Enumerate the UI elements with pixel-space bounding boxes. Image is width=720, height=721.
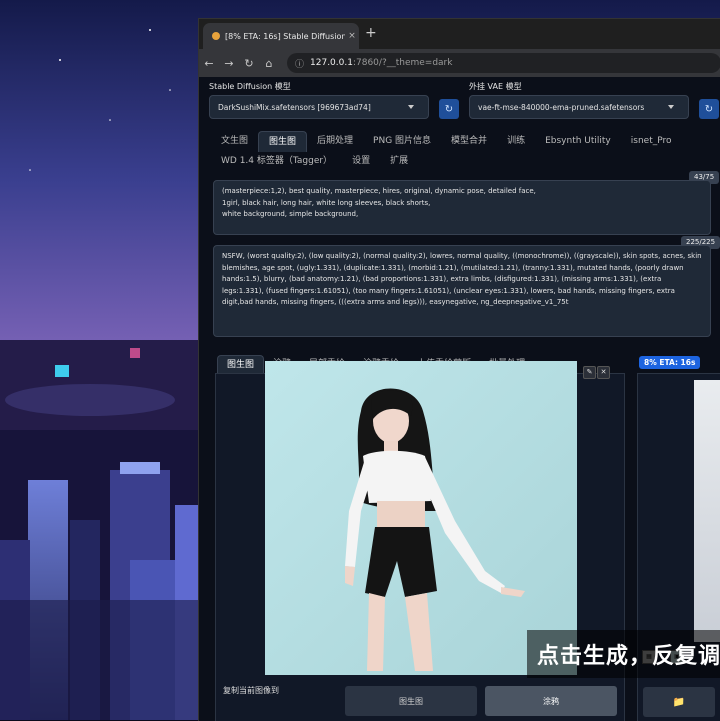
chevron-down-icon xyxy=(668,105,674,109)
tab-close-icon[interactable]: × xyxy=(345,31,359,41)
copy-image-label: 复制当前图像到 xyxy=(223,686,279,695)
new-tab-button[interactable]: + xyxy=(365,25,377,41)
main-tab-4[interactable]: 模型合并 xyxy=(441,131,497,151)
refresh-icon[interactable]: ↻ xyxy=(439,99,459,119)
copy-to-img2img-button[interactable]: 图生图 xyxy=(345,686,477,716)
main-tab-3[interactable]: PNG 图片信息 xyxy=(363,131,441,151)
close-icon[interactable]: ✕ xyxy=(597,366,610,379)
sd-model-value: DarkSushiMix.safetensors [969673ad74] xyxy=(218,102,371,112)
main-tabs-row2: WD 1.4 标签器（Tagger） 设置 扩展 xyxy=(211,151,418,171)
refresh-icon[interactable]: ↻ xyxy=(699,99,719,119)
edit-icon[interactable]: ✎ xyxy=(583,366,596,379)
tab-bar: [8% ETA: 16s] Stable Diffusion × + xyxy=(199,19,720,49)
back-icon[interactable]: ← xyxy=(199,57,219,70)
main-tabs-row1: 文生图 图生图 后期处理 PNG 图片信息 模型合并 训练 Ebsynth Utility i… xyxy=(211,131,682,152)
address-bar-row: ← → ↻ ⌂ ⓘ 127.0.0.1 :7860/?__theme=dark xyxy=(199,49,720,77)
browser-tab[interactable]: [8% ETA: 16s] Stable Diffusion × xyxy=(203,23,359,49)
browser-window: [8% ETA: 16s] Stable Diffusion × + ← → ↻… xyxy=(198,18,720,721)
sd-webui-page: Stable Diffusion 模型 DarkSushiMix.safeten… xyxy=(199,77,720,721)
chevron-down-icon xyxy=(408,105,414,109)
main-tab-row2-2[interactable]: 扩展 xyxy=(380,151,418,171)
negative-prompt-textarea[interactable]: NSFW, (worst quality:2), (low quality:2)… xyxy=(213,245,711,337)
positive-prompt-textarea[interactable]: (masterpiece:1,2), best quality, masterp… xyxy=(213,180,711,235)
url-path: :7860/?__theme=dark xyxy=(352,58,453,68)
url-host: 127.0.0.1 xyxy=(310,58,353,68)
progress-indicator: 8% ETA: 16s xyxy=(639,356,701,369)
main-tab-1[interactable]: 图生图 xyxy=(258,131,308,152)
copy-to-sketch-button[interactable]: 涂鸦 xyxy=(485,686,617,716)
folder-icon[interactable]: 📁 xyxy=(643,687,715,717)
tab-title: [8% ETA: 16s] Stable Diffusion xyxy=(225,31,345,41)
url-input[interactable]: ⓘ 127.0.0.1 :7860/?__theme=dark xyxy=(287,53,720,73)
output-image-preview xyxy=(694,380,720,642)
reload-icon[interactable]: ↻ xyxy=(239,57,259,70)
main-tab-0[interactable]: 文生图 xyxy=(211,131,258,151)
home-icon[interactable]: ⌂ xyxy=(259,57,279,70)
sd-model-label: Stable Diffusion 模型 xyxy=(209,82,291,91)
favicon-icon xyxy=(212,32,220,40)
mode-tab-0[interactable]: 图生图 xyxy=(217,355,265,374)
main-tab-7[interactable]: isnet_Pro xyxy=(621,131,682,151)
site-info-icon[interactable]: ⓘ xyxy=(295,57,304,70)
vae-model-select[interactable]: vae-ft-mse-840000-ema-pruned.safetensors xyxy=(469,95,689,119)
vae-model-value: vae-ft-mse-840000-ema-pruned.safetensors xyxy=(478,102,645,112)
sd-model-select[interactable]: DarkSushiMix.safetensors [969673ad74] xyxy=(209,95,429,119)
main-tab-6[interactable]: Ebsynth Utility xyxy=(535,131,621,151)
forward-icon[interactable]: → xyxy=(219,57,239,70)
vae-model-label: 外挂 VAE 模型 xyxy=(469,82,522,91)
main-tab-row2-0[interactable]: WD 1.4 标签器（Tagger） xyxy=(211,151,342,171)
input-image xyxy=(265,361,577,675)
video-subtitle: 点击生成，反复调 xyxy=(527,630,720,678)
main-tab-5[interactable]: 训练 xyxy=(497,131,535,151)
main-tab-row2-1[interactable]: 设置 xyxy=(342,151,380,171)
main-tab-2[interactable]: 后期处理 xyxy=(307,131,363,151)
